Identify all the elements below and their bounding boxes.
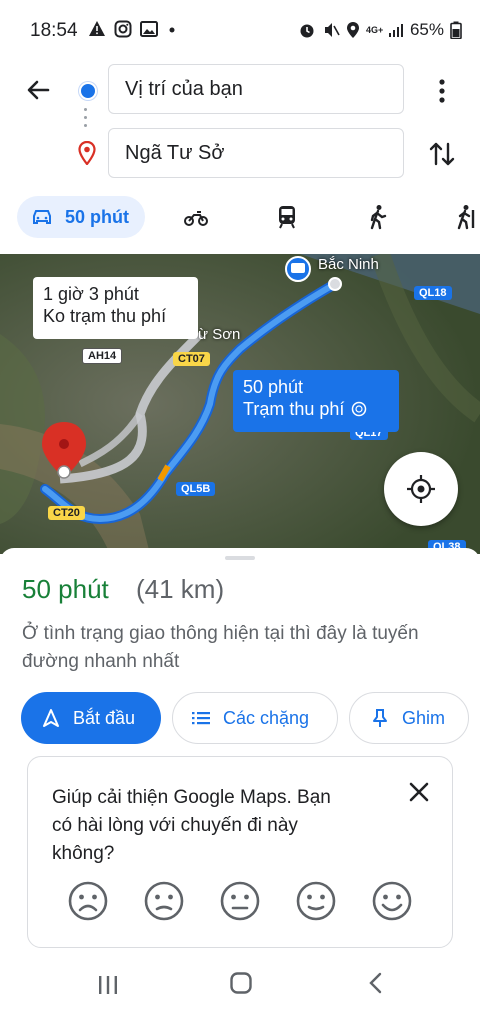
- instagram-icon: [114, 20, 132, 38]
- signal-icon: [388, 24, 403, 37]
- battery-icon: [450, 21, 462, 39]
- dot-icon: [169, 27, 175, 33]
- route-connector: [84, 108, 88, 134]
- mode-car-label: 50 phút: [65, 206, 130, 227]
- route-duration: 50 phút: [22, 574, 109, 604]
- sad-face-icon[interactable]: [142, 879, 186, 923]
- road-label-ct07: CT07: [173, 352, 210, 366]
- walk-icon[interactable]: [365, 204, 391, 230]
- very-sad-face-icon[interactable]: [66, 879, 110, 923]
- pushpin-icon: [373, 709, 387, 727]
- road-label-ql18: QL18: [414, 286, 452, 300]
- network-label: 4G+: [365, 24, 384, 35]
- navigation-icon: [43, 709, 59, 727]
- road-label-ql5b: QL5B: [176, 482, 216, 496]
- recent-apps-icon[interactable]: [96, 973, 120, 997]
- alt-route-time: 1 giờ 3 phút: [43, 284, 139, 304]
- road-label-ah14: AH14: [82, 348, 123, 364]
- home-icon[interactable]: [229, 971, 253, 995]
- battery-percent: 65%: [409, 20, 444, 39]
- notification-icons: [88, 20, 178, 38]
- back-arrow-icon[interactable]: [22, 74, 54, 106]
- destination-pin-icon: [78, 141, 96, 165]
- back-icon[interactable]: [364, 971, 388, 995]
- start-button[interactable]: Bắt đầu: [21, 692, 161, 744]
- ride-icon[interactable]: [454, 204, 480, 230]
- location-icon: [346, 22, 359, 38]
- rating-faces: [66, 879, 414, 923]
- start-label: Bắt đầu: [73, 707, 136, 728]
- mode-car-active[interactable]: 50 phút: [17, 196, 145, 238]
- system-icons: 4G+ 65%: [298, 20, 462, 40]
- image-icon: [140, 21, 158, 37]
- pin-button[interactable]: Ghim: [349, 692, 469, 744]
- close-icon[interactable]: [405, 778, 433, 806]
- very-happy-face-icon[interactable]: [370, 879, 414, 923]
- steps-label: Các chặng: [223, 707, 310, 728]
- alarm-icon: [300, 24, 314, 38]
- road-label-ct20: CT20: [48, 506, 85, 520]
- train-icon[interactable]: [274, 204, 300, 230]
- origin-input[interactable]: Vị trí của bạn: [108, 64, 404, 114]
- map-label-town: ừ Sơn: [198, 326, 241, 343]
- motorbike-icon[interactable]: [183, 204, 209, 230]
- my-location-icon: [407, 475, 435, 503]
- car-icon: [33, 210, 51, 224]
- route-distance: (41 km): [136, 574, 225, 604]
- alt-route-callout[interactable]: 1 giờ 3 phút Ko trạm thu phí: [33, 277, 198, 339]
- recenter-button[interactable]: [384, 452, 458, 526]
- list-icon: [192, 712, 210, 725]
- happy-face-icon[interactable]: [294, 879, 338, 923]
- system-nav-bar: [0, 957, 480, 1013]
- feedback-question: Giúp cải thiện Google Maps. Bạn có hài l…: [52, 787, 331, 864]
- pin-label: Ghim: [402, 707, 446, 728]
- status-bar: 18:54 4G+ 65%: [0, 0, 480, 64]
- steps-button[interactable]: Các chặng: [172, 692, 338, 744]
- sheet-drag-handle[interactable]: [225, 556, 255, 560]
- alt-route-note: Ko trạm thu phí: [43, 306, 167, 326]
- main-route-note: Trạm thu phí: [243, 399, 345, 419]
- warning-icon: [89, 21, 105, 36]
- main-route-time: 50 phút: [243, 377, 304, 397]
- map-label-city: Bắc Ninh: [318, 256, 379, 273]
- swap-icon[interactable]: [426, 138, 458, 170]
- more-options-icon[interactable]: [432, 76, 452, 106]
- origin-dot-icon: [79, 82, 97, 100]
- main-route-callout[interactable]: 50 phút Trạm thu phí: [233, 370, 399, 432]
- mute-icon: [324, 23, 340, 37]
- status-time: 18:54: [30, 20, 78, 41]
- neutral-face-icon[interactable]: [218, 879, 262, 923]
- destination-input[interactable]: Ngã Tư Sở: [108, 128, 404, 178]
- route-description: Ở tình trạng giao thông hiện tại thì đây…: [22, 623, 419, 672]
- toll-icon: [352, 401, 367, 417]
